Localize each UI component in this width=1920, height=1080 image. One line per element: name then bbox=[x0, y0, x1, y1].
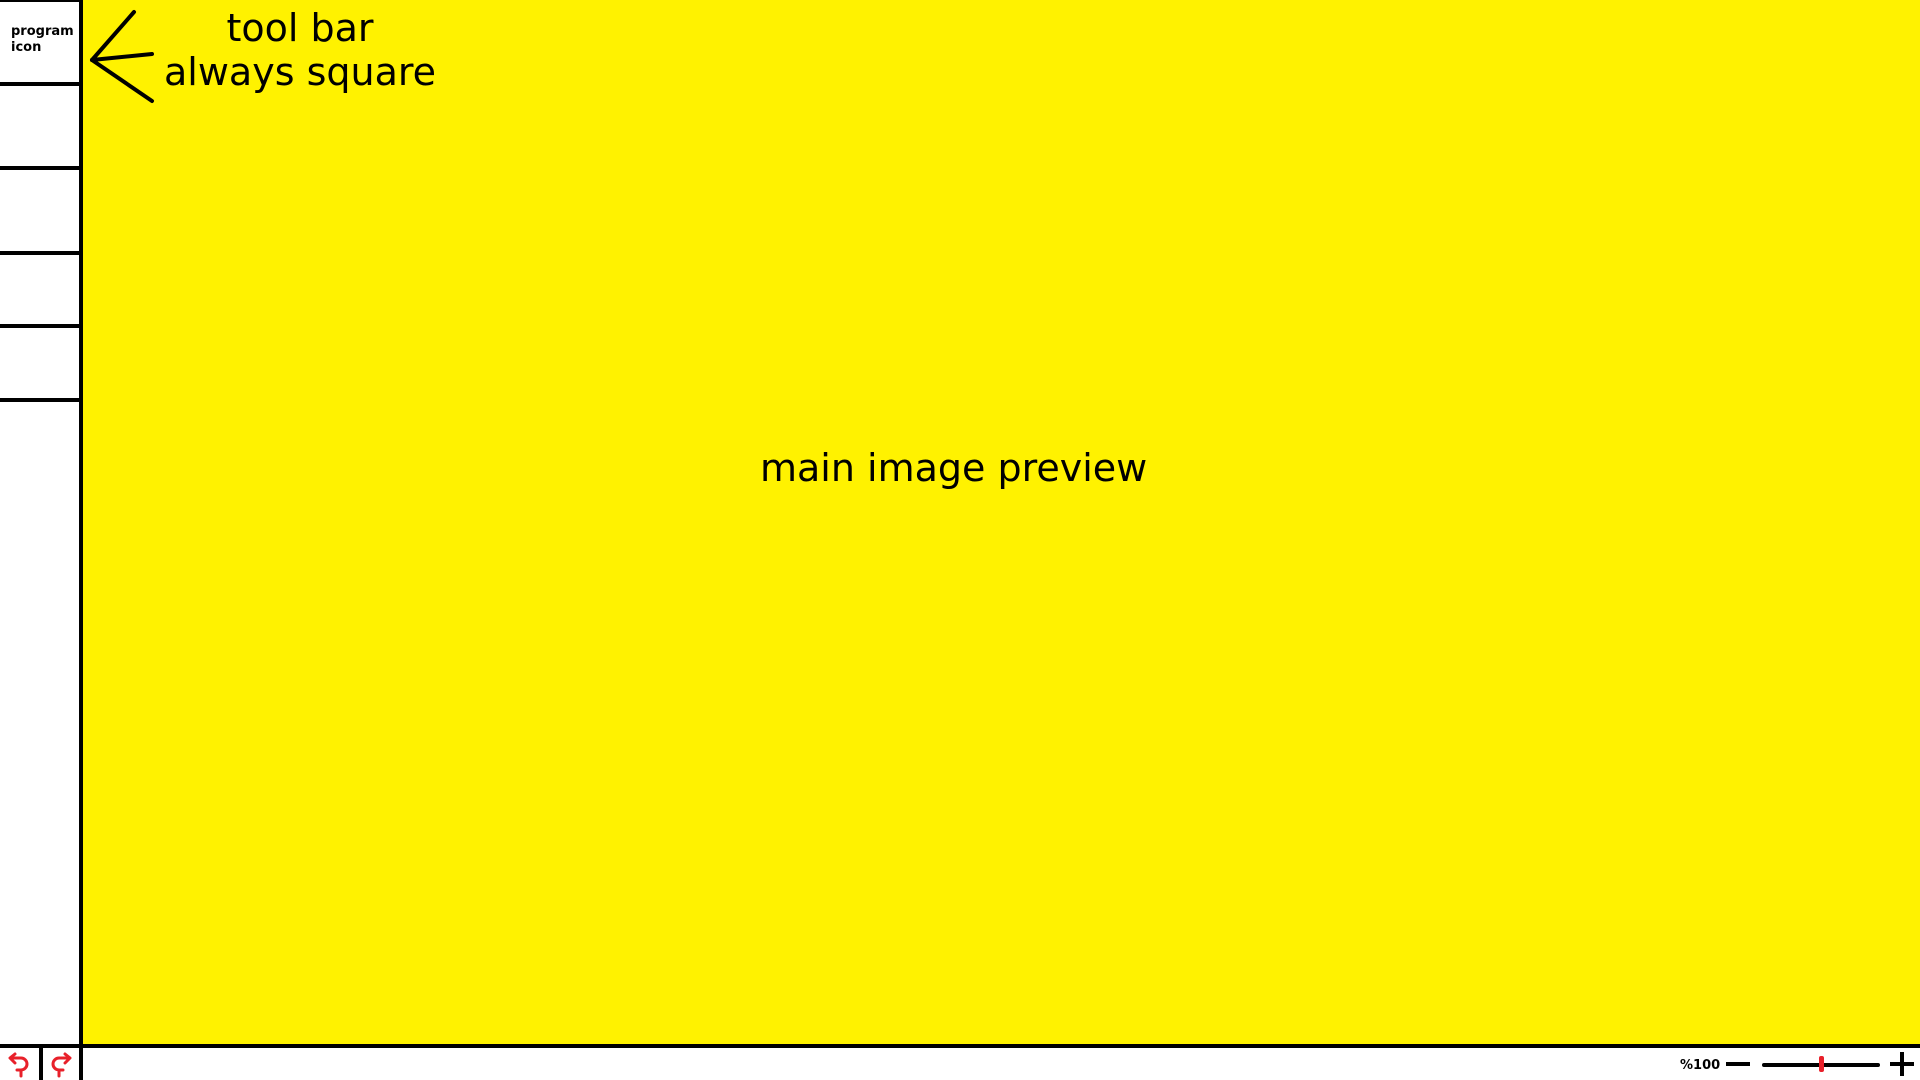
tool-slot-4[interactable] bbox=[0, 328, 79, 402]
main-image-preview[interactable]: main image preview bbox=[83, 0, 1920, 1044]
program-icon-label: program icon bbox=[11, 24, 74, 55]
status-separator bbox=[39, 1048, 43, 1080]
undo-button[interactable] bbox=[0, 1050, 36, 1080]
zoom-in-button[interactable] bbox=[1888, 1052, 1916, 1076]
status-bar-divider bbox=[0, 1044, 1920, 1048]
tool-slot-2[interactable] bbox=[0, 170, 79, 255]
minus-icon bbox=[1726, 1062, 1750, 1066]
tool-bar: program icon bbox=[0, 0, 83, 1044]
status-bar: %100 bbox=[0, 1044, 1920, 1080]
annotation-line-1: tool bar bbox=[226, 6, 374, 50]
zoom-out-button[interactable] bbox=[1724, 1052, 1754, 1076]
redo-button[interactable] bbox=[44, 1050, 80, 1080]
annotation-arrow-icon bbox=[90, 10, 154, 103]
annotation-note: tool bar always square bbox=[164, 6, 436, 94]
zoom-slider[interactable] bbox=[1762, 1052, 1880, 1076]
status-separator bbox=[79, 1048, 83, 1080]
app-window: program icon main image preview tool bar… bbox=[0, 0, 1920, 1080]
tool-slot-3[interactable] bbox=[0, 255, 79, 328]
tool-slot-1[interactable] bbox=[0, 86, 79, 170]
zoom-slider-thumb[interactable] bbox=[1818, 1056, 1824, 1072]
program-icon[interactable]: program icon bbox=[0, 0, 79, 86]
annotation-line-2: always square bbox=[164, 50, 437, 94]
zoom-level-label: %100 bbox=[1680, 1058, 1721, 1073]
plus-icon bbox=[1890, 1052, 1914, 1076]
redo-arrow-icon bbox=[51, 1052, 72, 1078]
preview-label: main image preview bbox=[760, 446, 1148, 490]
undo-arrow-icon bbox=[8, 1052, 29, 1078]
